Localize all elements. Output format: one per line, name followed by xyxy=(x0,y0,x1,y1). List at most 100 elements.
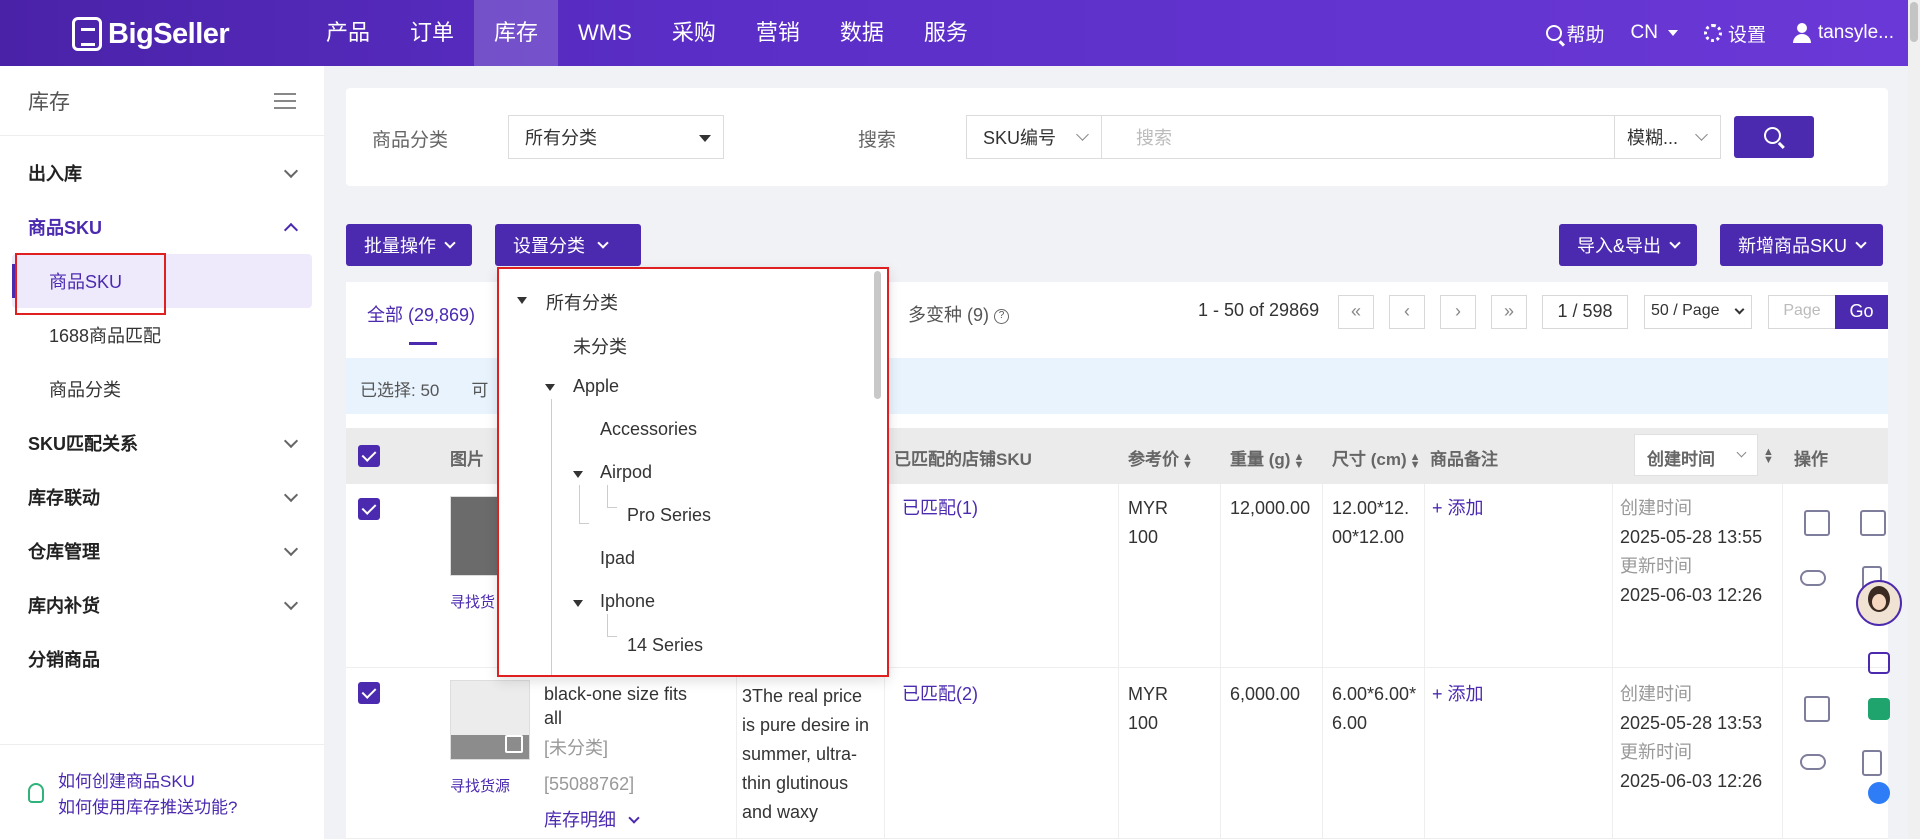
row-checkbox[interactable] xyxy=(358,498,380,520)
expand-arrow-icon[interactable] xyxy=(517,297,527,304)
col-weight[interactable]: 重量 (g) ▲ ▼ xyxy=(1230,445,1304,470)
select-all-checkbox[interactable] xyxy=(358,445,380,467)
product-thumbnail[interactable] xyxy=(450,680,530,760)
nav-orders[interactable]: 订单 xyxy=(390,0,474,66)
edit-icon[interactable] xyxy=(1804,696,1830,722)
user-icon xyxy=(1792,23,1812,43)
matched-sku-link[interactable]: 已匹配(1) xyxy=(902,494,978,523)
tab-multi-variant[interactable]: 多变种 (9) ? xyxy=(908,301,1010,327)
link-icon[interactable] xyxy=(1800,754,1826,770)
first-page-button[interactable]: « xyxy=(1338,295,1374,329)
ref-price-value: 100 xyxy=(1128,713,1159,733)
settings-link[interactable]: 设置 xyxy=(1703,20,1766,47)
tree-item-14-series[interactable]: 14 Series xyxy=(627,635,703,656)
import-export-button[interactable]: 导入&导出 xyxy=(1559,224,1698,266)
tree-item-apple[interactable]: Apple xyxy=(573,376,619,397)
col-ref-price[interactable]: 参考价 ▲ ▼ xyxy=(1128,445,1193,470)
tree-item-airpod[interactable]: Airpod xyxy=(600,462,652,483)
sidebar-section-product-sku[interactable]: 商品SKU xyxy=(0,200,324,254)
tree-item-ipad[interactable]: Ipad xyxy=(600,548,635,569)
chevron-down-icon xyxy=(283,595,299,610)
sidebar-section-warehouse[interactable]: 仓库管理 xyxy=(0,524,324,578)
nav-services[interactable]: 服务 xyxy=(904,0,988,66)
sort-icon[interactable]: ▲ ▼ xyxy=(1760,445,1774,465)
col-size[interactable]: 尺寸 (cm) ▲ ▼ xyxy=(1332,445,1421,470)
sidebar-item-product-sku[interactable]: 商品SKU xyxy=(12,254,312,308)
matched-sku-link[interactable]: 已匹配(2) xyxy=(902,680,978,709)
chevron-down-icon xyxy=(1669,237,1681,249)
nav-inventory[interactable]: 库存 xyxy=(474,0,559,66)
nav-marketing[interactable]: 营销 xyxy=(736,0,820,66)
sidebar-section-replenish[interactable]: 库内补货 xyxy=(0,578,324,632)
search-button[interactable] xyxy=(1734,116,1814,158)
match-mode-select[interactable]: 模糊... xyxy=(1614,115,1721,159)
sidebar-section-sku-mapping[interactable]: SKU匹配关系 xyxy=(0,416,324,470)
prev-page-button[interactable]: ‹ xyxy=(1389,295,1425,329)
user-menu[interactable]: tansyle... xyxy=(1792,22,1894,44)
add-note-link[interactable]: + 添加 xyxy=(1432,680,1484,709)
column-divider xyxy=(1220,484,1221,668)
find-source-link[interactable]: 寻找货 xyxy=(450,588,495,617)
find-source-link[interactable]: 寻找货源 xyxy=(450,772,510,801)
row-checkbox[interactable] xyxy=(358,682,380,704)
tree-item-pro-series[interactable]: Pro Series xyxy=(627,505,711,526)
chat-icon[interactable] xyxy=(1868,652,1890,674)
next-page-button[interactable]: › xyxy=(1440,295,1476,329)
link-icon[interactable] xyxy=(1800,570,1826,586)
sidebar-item-product-category[interactable]: 商品分类 xyxy=(12,362,312,416)
top-navigation-bar: BigSeller 产品 订单 库存 WMS 采购 营销 数据 服务 帮助 CN… xyxy=(0,0,1908,66)
tree-item-iphone[interactable]: Iphone xyxy=(600,591,655,612)
col-matched-sku: 已匹配的店铺SKU xyxy=(894,450,1032,469)
tree-item-accessories[interactable]: Accessories xyxy=(600,419,697,440)
help-link[interactable]: 帮助 xyxy=(1546,20,1604,47)
dropdown-scrollbar[interactable] xyxy=(874,271,881,399)
nav-products[interactable]: 产品 xyxy=(306,0,390,66)
support-avatar[interactable] xyxy=(1856,580,1902,626)
book-icon[interactable] xyxy=(1868,698,1890,720)
category-select[interactable]: 所有分类 xyxy=(508,115,724,159)
add-sku-button[interactable]: 新增商品SKU xyxy=(1720,224,1884,266)
sidebar: 库存 出入库 商品SKU 商品SKU 1688商品匹配 商品分类 SKU匹配关系… xyxy=(0,66,324,839)
page-scrollbar[interactable] xyxy=(1908,0,1920,839)
bigseller-logo[interactable]: BigSeller xyxy=(72,16,230,52)
nav-purchase[interactable]: 采购 xyxy=(652,0,736,66)
tree-guide-line xyxy=(551,399,552,675)
edit-image-icon[interactable] xyxy=(505,735,523,753)
language-selector[interactable]: CN xyxy=(1630,22,1678,44)
go-button[interactable]: Go xyxy=(1835,295,1888,329)
page-jump-input[interactable]: Page xyxy=(1768,295,1836,329)
copy-icon[interactable] xyxy=(1860,510,1886,536)
bulk-actions-button[interactable]: 批量操作 xyxy=(346,224,472,266)
expand-arrow-icon[interactable] xyxy=(573,600,583,607)
add-note-link[interactable]: + 添加 xyxy=(1432,494,1484,523)
sidebar-item-1688-match[interactable]: 1688商品匹配 xyxy=(12,308,312,362)
nav-data[interactable]: 数据 xyxy=(820,0,904,66)
tab-all[interactable]: 全部 (29,869) xyxy=(367,301,475,345)
collapse-sidebar-icon[interactable] xyxy=(274,92,296,109)
help-link-create-sku[interactable]: 如何创建商品SKU xyxy=(58,769,324,795)
gear-icon xyxy=(1703,24,1722,42)
sidebar-section-stock-sync[interactable]: 库存联动 xyxy=(0,470,324,524)
edit-icon[interactable] xyxy=(1804,510,1830,536)
search-input[interactable]: 搜索 xyxy=(1101,115,1615,159)
nav-wms[interactable]: WMS xyxy=(558,0,652,66)
tree-item-uncategorized[interactable]: 未分类 xyxy=(573,333,627,359)
expand-arrow-icon[interactable] xyxy=(573,471,583,478)
stock-detail-link[interactable]: 库存明细 xyxy=(544,806,640,835)
size-value: 6.00*6.00*6.00 xyxy=(1332,684,1417,733)
help-link-stock-push[interactable]: 如何使用库存推送功能? xyxy=(58,795,324,821)
chevron-down-icon xyxy=(1734,304,1745,315)
sidebar-section-distribution[interactable]: 分销商品 xyxy=(0,632,324,686)
expand-arrow-icon[interactable] xyxy=(545,384,555,391)
sidebar-section-inout[interactable]: 出入库 xyxy=(0,146,324,200)
tree-item-all[interactable]: 所有分类 xyxy=(546,289,618,315)
created-time-sort-select[interactable]: 创建时间 xyxy=(1634,434,1758,476)
per-page-select[interactable]: 50 / Page xyxy=(1644,295,1752,329)
last-page-button[interactable]: » xyxy=(1491,295,1527,329)
delete-icon[interactable] xyxy=(1862,750,1882,776)
feedback-icon[interactable] xyxy=(1868,782,1890,804)
search-field-select[interactable]: SKU编号 xyxy=(966,115,1102,159)
table-row: 寻找货源 black-one size fits all [未分类] [5508… xyxy=(346,668,1888,839)
set-category-button[interactable]: 设置分类 xyxy=(495,224,641,266)
scrollbar-thumb[interactable] xyxy=(1910,2,1918,42)
